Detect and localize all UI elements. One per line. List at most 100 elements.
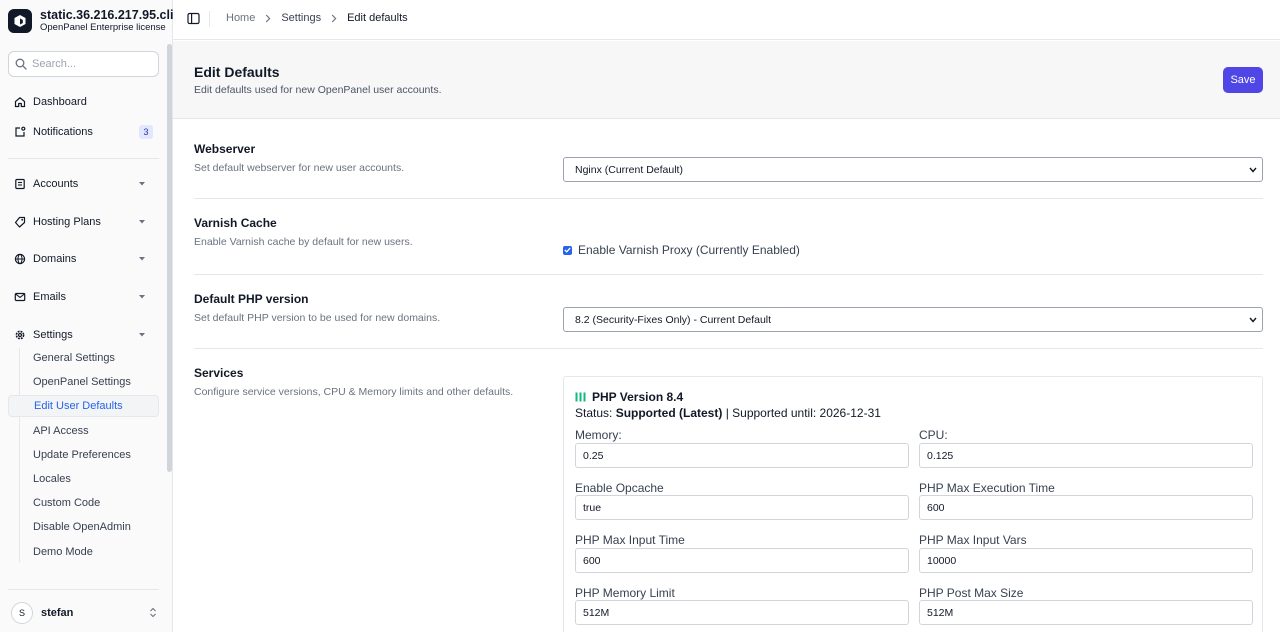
chevron-down-icon [1249,167,1257,173]
user-menu[interactable]: S stefan [8,600,159,626]
sidebar-item-label: Hosting Plans [33,216,101,228]
post-max-size-input[interactable]: 512M [919,600,1253,625]
section-divider [194,198,1263,199]
php-card-header: PHP Version 8.4 [575,390,683,404]
varnish-checkbox[interactable] [563,245,572,255]
memory-input[interactable]: 0.25 [575,443,909,468]
cpu-label: CPU: [919,428,948,442]
sidebar-toggle-icon[interactable] [187,12,200,25]
hosting-plans-icon [14,216,26,228]
server-hostname: static.36.216.217.95.clients.your-server… [40,8,173,22]
gear-icon [15,330,25,340]
section-divider [194,274,1263,275]
settings-sub-disable-openadmin[interactable]: Disable OpenAdmin [8,516,159,538]
max-input-time-label: PHP Max Input Time [575,533,685,547]
webserver-selected-value: Nginx (Current Default) [575,163,683,176]
sidebar: static.36.216.217.95.clients.your-server… [0,0,173,632]
max-input-vars-label: PHP Max Input Vars [919,533,1027,547]
webserver-select[interactable]: Nginx (Current Default) [563,157,1263,182]
search-input[interactable] [32,58,152,70]
settings-sub-custom-code[interactable]: Custom Code [8,492,159,514]
services-description: Configure service versions, CPU & Memory… [194,386,514,398]
page-subtitle: Edit defaults used for new OpenPanel use… [194,84,442,96]
chevron-up-down-icon [150,607,156,618]
settings-sub-demo-mode[interactable]: Demo Mode [8,541,159,563]
php-service-card: PHP Version 8.4 Status: Supported (Lates… [563,376,1263,632]
varnish-checkbox-row[interactable]: Enable Varnish Proxy (Currently Enabled) [563,243,800,257]
sidebar-item-label: Notifications [33,126,93,138]
max-input-vars-input[interactable]: 10000 [919,548,1253,573]
search-icon [15,58,27,70]
cpu-input[interactable]: 0.125 [919,443,1253,468]
settings-sub-api-access[interactable]: API Access [8,420,159,442]
username: stefan [41,607,74,619]
php-description: Set default PHP version to be used for n… [194,312,441,324]
post-max-size-label: PHP Post Max Size [919,586,1024,600]
settings-sub-locales[interactable]: Locales [8,468,159,490]
save-button[interactable]: Save [1223,67,1263,93]
opcache-label: Enable Opcache [575,481,664,495]
chevron-right-icon [265,14,271,23]
breadcrumb: Home Settings Edit defaults [226,12,408,24]
openpanel-logo-icon [8,9,32,33]
php-card-title: PHP Version 8.4 [592,390,684,404]
max-execution-time-input[interactable]: 600 [919,495,1253,520]
avatar: S [11,602,33,624]
top-bar: Home Settings Edit defaults [173,0,1280,40]
mail-icon [14,292,26,302]
chevron-down-icon [139,182,145,186]
sidebar-item-settings[interactable]: Settings [8,323,159,347]
php-version-select[interactable]: 8.2 (Security-Fixes Only) - Current Defa… [563,307,1263,332]
sidebar-item-domains[interactable]: Domains [8,247,159,271]
settings-sub-general-settings[interactable]: General Settings [8,347,159,369]
php-selected-value: 8.2 (Security-Fixes Only) - Current Defa… [575,313,772,326]
page-header: Edit Defaults Edit defaults used for new… [173,41,1280,119]
sidebar-item-label: Accounts [33,178,79,190]
sidebar-item-label: Settings [33,329,73,341]
memory-label: Memory: [575,428,622,442]
globe-icon [14,253,26,265]
sidebar-item-hosting-plans[interactable]: Hosting Plans [8,210,159,234]
settings-sub-update-preferences[interactable]: Update Preferences [8,444,159,466]
server-switcher[interactable]: static.36.216.217.95.clients.your-server… [8,6,173,36]
page-title: Edit Defaults [194,64,280,80]
webserver-title: Webserver [194,142,256,156]
license-label: OpenPanel Enterprise license [40,22,166,33]
varnish-checkbox-label: Enable Varnish Proxy (Currently Enabled) [578,243,800,257]
notifications-count-badge: 3 [139,125,153,139]
accounts-icon [15,178,25,190]
breadcrumb-settings[interactable]: Settings [281,12,321,24]
status-prefix: Status: [575,406,616,420]
sidebar-item-dashboard[interactable]: Dashboard [8,90,159,114]
webserver-description: Set default webserver for new user accou… [194,162,405,174]
sidebar-scrollbar[interactable] [167,44,172,472]
sidebar-item-label: Emails [33,291,67,303]
sidebar-item-label: Domains [33,253,77,265]
check-icon [564,247,571,253]
section-divider [194,348,1263,349]
breadcrumb-home[interactable]: Home [226,12,255,24]
chevron-down-icon [1249,317,1257,323]
chevron-down-icon [139,220,145,224]
chevron-down-icon [139,333,145,337]
chevron-down-icon [139,257,145,261]
max-input-time-input[interactable]: 600 [575,548,909,573]
status-value: Supported (Latest) [615,406,723,420]
varnish-description: Enable Varnish cache by default for new … [194,236,413,248]
sidebar-item-emails[interactable]: Emails [8,285,159,309]
memory-limit-input[interactable]: 512M [575,600,909,625]
sidebar-divider [8,158,159,159]
status-suffix: | Supported until: 2026-12-31 [722,406,881,420]
search-box[interactable] [8,51,159,77]
opcache-input[interactable]: true [575,495,909,520]
sidebar-divider [8,589,159,590]
memory-limit-label: PHP Memory Limit [575,586,675,600]
php-title: Default PHP version [194,292,309,306]
settings-sub-edit-user-defaults[interactable]: Edit User Defaults [8,395,159,417]
sidebar-item-accounts[interactable]: Accounts [8,172,159,196]
services-title: Services [194,366,244,380]
php-support-status: Status: Supported (Latest) | Supported u… [575,406,881,420]
chevron-down-icon [139,295,145,299]
settings-sub-openpanel-settings[interactable]: OpenPanel Settings [8,371,159,393]
sidebar-item-notifications[interactable]: Notifications 3 [8,120,159,144]
